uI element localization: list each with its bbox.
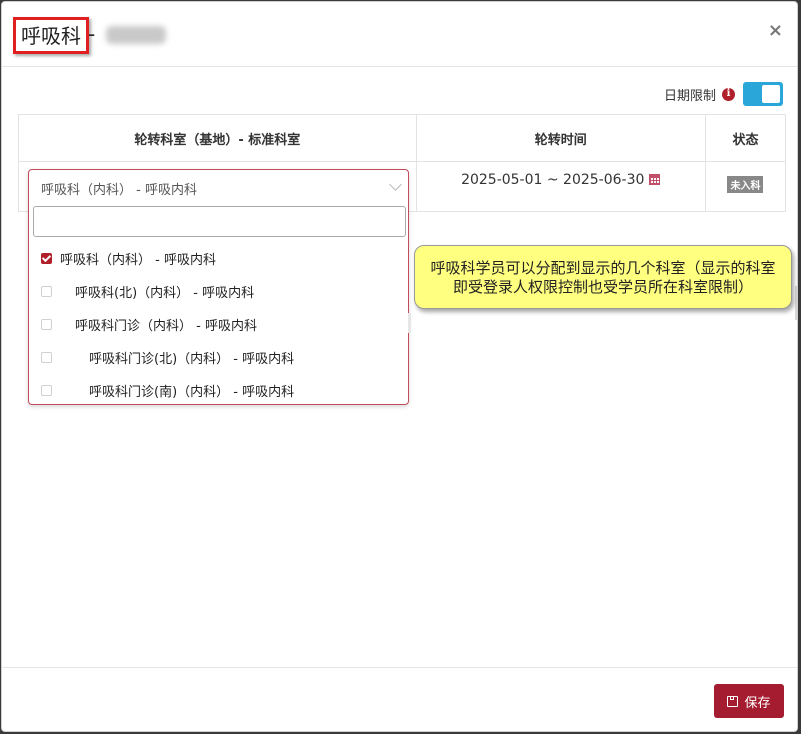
checkbox-icon[interactable] (41, 352, 52, 363)
dropdown-option[interactable]: 呼吸科门诊（内科） - 呼吸内科 (29, 308, 408, 341)
modal-footer: 保存 (2, 667, 797, 731)
dropdown-option[interactable]: 呼吸科(北)（内科） - 呼吸内科 (29, 275, 408, 308)
option-label: 呼吸科门诊（内科） - 呼吸内科 (75, 319, 257, 334)
dept-select-dropdown[interactable]: 呼吸科（内科） - 呼吸内科 呼吸科（内科） - 呼吸内科 呼吸科(北)（内科）… (28, 169, 409, 405)
dropdown-search-input[interactable] (33, 206, 406, 237)
option-label: 呼吸科门诊(南)（内科） - 呼吸内科 (89, 385, 295, 400)
underlying-edge (795, 286, 797, 320)
save-label: 保存 (744, 695, 771, 711)
checkbox-icon[interactable] (41, 286, 52, 297)
time-cell: 2025-05-01 ~ 2025-06-30 (415, 161, 706, 212)
close-button[interactable]: × (768, 22, 783, 40)
toggle-knob (762, 85, 780, 103)
option-label: 呼吸科门诊(北)（内科） - 呼吸内科 (89, 352, 295, 367)
modal-dialog: 呼吸科 - × 日期限制 i 轮转科室（基地）- 标准科室 轮转时间 状态 20… (1, 1, 798, 732)
calendar-icon[interactable] (649, 174, 661, 185)
save-icon (727, 695, 739, 707)
dropdown-option[interactable]: 呼吸科（内科） - 呼吸内科 (29, 242, 408, 275)
dept-select-value[interactable]: 呼吸科（内科） - 呼吸内科 (41, 179, 197, 198)
checkbox-icon[interactable] (41, 385, 52, 396)
annotation-callout: 呼吸科学员可以分配到显示的几个科室（显示的科室即受登录人权限控制也受学员所在科室… (414, 245, 792, 309)
checkbox-checked-icon[interactable] (41, 253, 52, 264)
status-cell: 未入科 (704, 161, 787, 212)
title-highlight-box: 呼吸科 (13, 17, 89, 54)
chevron-down-icon[interactable] (389, 178, 402, 191)
table-header-row: 轮转科室（基地）- 标准科室 轮转时间 状态 (18, 114, 787, 162)
column-header-status: 状态 (704, 114, 787, 162)
status-badge: 未入科 (727, 176, 764, 193)
underlying-edge (408, 313, 411, 333)
title-separator: - (88, 22, 96, 46)
option-label: 呼吸科（内科） - 呼吸内科 (60, 253, 216, 268)
page-title: 呼吸科 (21, 23, 81, 48)
modal-header: 呼吸科 - × (2, 2, 797, 67)
dropdown-option[interactable]: 呼吸科门诊(南)（内科） - 呼吸内科 (29, 374, 408, 407)
dropdown-option[interactable]: 呼吸科门诊(北)（内科） - 呼吸内科 (29, 341, 408, 374)
date-limit-control: 日期限制 i (664, 82, 783, 106)
blurred-student-name (106, 26, 166, 44)
column-header-time: 轮转时间 (415, 114, 706, 162)
save-button[interactable]: 保存 (714, 684, 784, 718)
date-limit-label: 日期限制 (663, 88, 716, 104)
column-header-dept: 轮转科室（基地）- 标准科室 (18, 114, 417, 162)
option-label: 呼吸科(北)（内科） - 呼吸内科 (75, 286, 255, 301)
date-limit-toggle[interactable] (743, 82, 783, 106)
info-circle-icon[interactable]: i (722, 87, 735, 101)
checkbox-icon[interactable] (41, 319, 52, 330)
time-range: 2025-05-01 ~ 2025-06-30 (461, 172, 645, 188)
